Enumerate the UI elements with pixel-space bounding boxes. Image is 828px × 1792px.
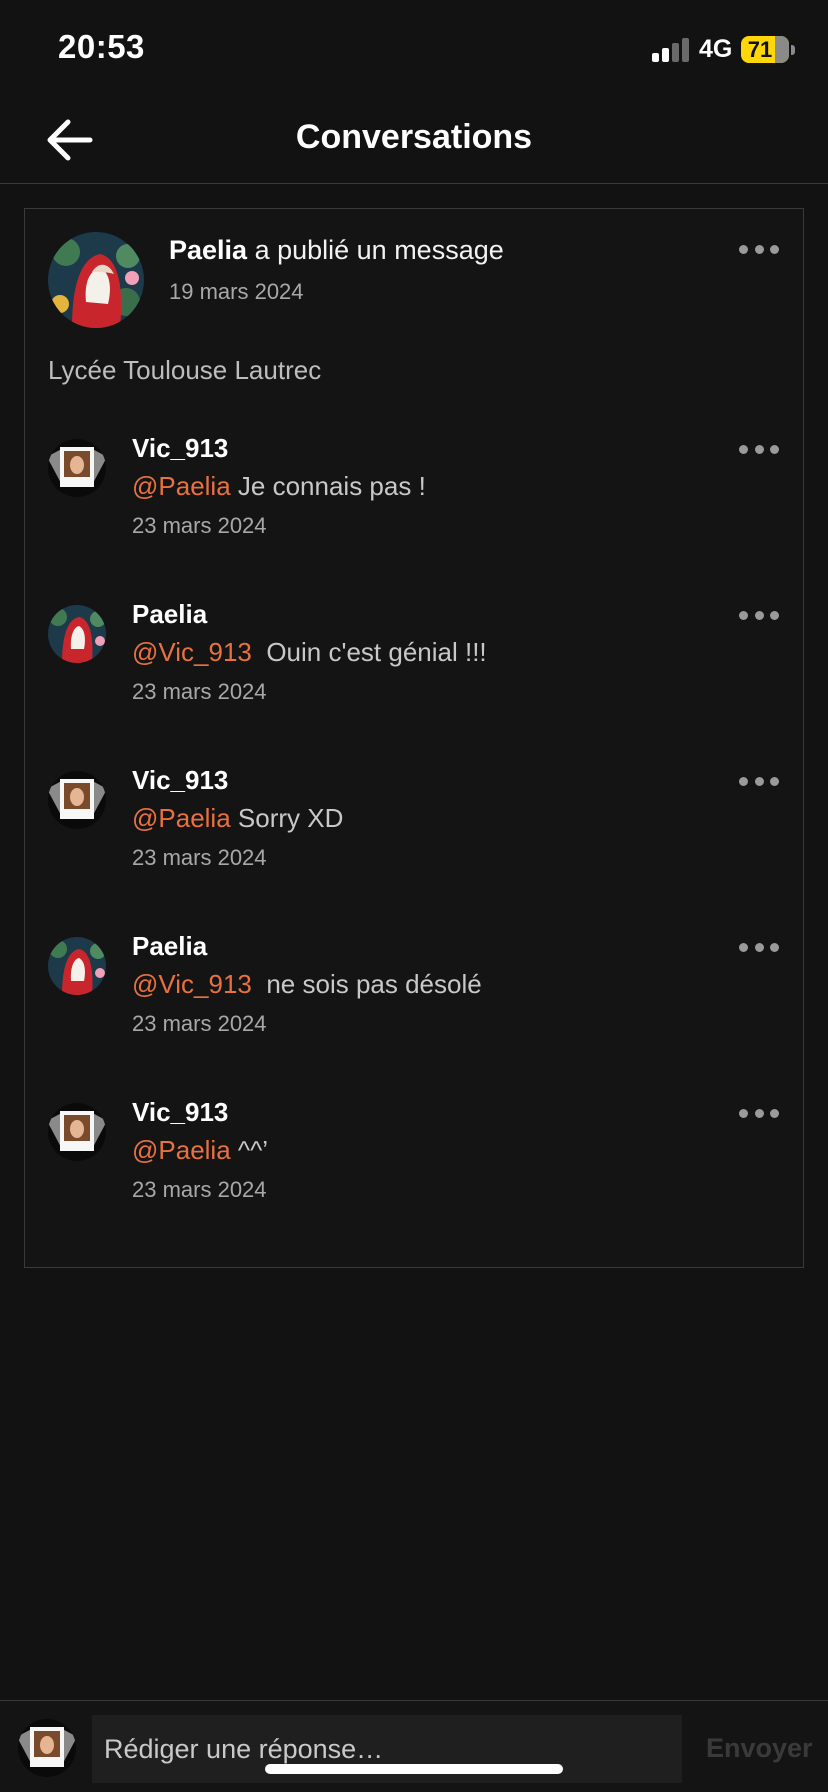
avatar[interactable]: [48, 1103, 106, 1161]
home-indicator[interactable]: [265, 1764, 563, 1774]
reply-author[interactable]: Paelia: [132, 931, 207, 962]
reply-message: @Vic_913 Ouin c'est génial !!!: [132, 637, 487, 668]
reply-text: Sorry XD: [230, 803, 344, 833]
cellular-signal-icon: [652, 38, 690, 62]
reply-item: Paelia @Vic_913 Ouin c'est génial !!! 23…: [25, 597, 803, 747]
reply-message: @Paelia Je connais pas !: [132, 471, 426, 502]
reply-date: 23 mars 2024: [132, 845, 267, 870]
reply-item: Paelia @Vic_913 ne sois pas désolé 23 ma…: [25, 929, 803, 1079]
reply-text: Ouin c'est génial !!!: [251, 637, 487, 667]
more-horizontal-icon: [739, 942, 779, 952]
reply-date: 23 mars 2024: [132, 679, 267, 704]
conversation-card: Paelia a publié un message 19 mars 2024 …: [24, 208, 804, 1268]
mention-link[interactable]: @Paelia: [132, 1135, 231, 1165]
status-bar: 20:53 4G 71: [0, 0, 828, 100]
more-horizontal-icon: [739, 610, 779, 620]
reply-text: ^^’: [230, 1135, 269, 1165]
more-horizontal-icon: [739, 244, 779, 254]
battery-tip: [791, 45, 795, 55]
reply-message: @Paelia Sorry XD: [132, 803, 343, 834]
reply-author[interactable]: Paelia: [132, 599, 207, 630]
mention-link[interactable]: @Vic_913: [132, 637, 252, 667]
reply-author[interactable]: Vic_913: [132, 1097, 228, 1128]
post-date: 19 mars 2024: [169, 279, 304, 304]
post-author[interactable]: Paelia: [169, 235, 247, 265]
reply-more-button[interactable]: [739, 941, 779, 953]
avatar[interactable]: [48, 232, 144, 328]
battery-percentage: 71: [747, 37, 773, 62]
reply-item: Vic_913 @Paelia Je connais pas ! 23 mars…: [25, 431, 803, 581]
conversation-screen: 20:53 4G 71 Conversations Paelia a publi…: [0, 0, 828, 1792]
avatar[interactable]: [48, 439, 106, 497]
post-header: Paelia a publié un message: [169, 235, 504, 266]
reply-item: Vic_913 @Paelia ^^’ 23 mars 2024: [25, 1095, 803, 1245]
avatar[interactable]: [48, 605, 106, 663]
mention-link[interactable]: @Paelia: [132, 471, 231, 501]
reply-date: 23 mars 2024: [132, 513, 267, 538]
avatar[interactable]: [48, 771, 106, 829]
mention-link[interactable]: @Vic_913: [132, 969, 252, 999]
battery-icon: 71: [741, 36, 789, 63]
post-more-button[interactable]: [739, 243, 779, 255]
reply-message: @Paelia ^^’: [132, 1135, 268, 1166]
reply-author[interactable]: Vic_913: [132, 765, 228, 796]
reply-more-button[interactable]: [739, 443, 779, 455]
post-action: a publié un message: [254, 235, 504, 265]
post-text: Lycée Toulouse Lautrec: [48, 355, 322, 385]
reply-date: 23 mars 2024: [132, 1011, 267, 1036]
avatar: [18, 1719, 76, 1777]
reply-more-button[interactable]: [739, 609, 779, 621]
app-header: Conversations: [0, 100, 828, 184]
compose-bar: Envoyer: [0, 1700, 828, 1792]
reply-date: 23 mars 2024: [132, 1177, 267, 1202]
page-title: Conversations: [295, 118, 533, 156]
more-horizontal-icon: [739, 1108, 779, 1118]
reply-text: Je connais pas !: [230, 471, 426, 501]
avatar[interactable]: [48, 937, 106, 995]
reply-author[interactable]: Vic_913: [132, 433, 228, 464]
reply-item: Vic_913 @Paelia Sorry XD 23 mars 2024: [25, 763, 803, 913]
mention-link[interactable]: @Paelia: [132, 803, 231, 833]
reply-more-button[interactable]: [739, 1107, 779, 1119]
more-horizontal-icon: [739, 444, 779, 454]
network-type: 4G: [699, 35, 733, 63]
reply-message: @Vic_913 ne sois pas désolé: [132, 969, 482, 1000]
reply-more-button[interactable]: [739, 775, 779, 787]
more-horizontal-icon: [739, 776, 779, 786]
status-time: 20:53: [58, 28, 145, 65]
reply-text: ne sois pas désolé: [251, 969, 482, 999]
send-button[interactable]: Envoyer: [706, 1733, 813, 1764]
